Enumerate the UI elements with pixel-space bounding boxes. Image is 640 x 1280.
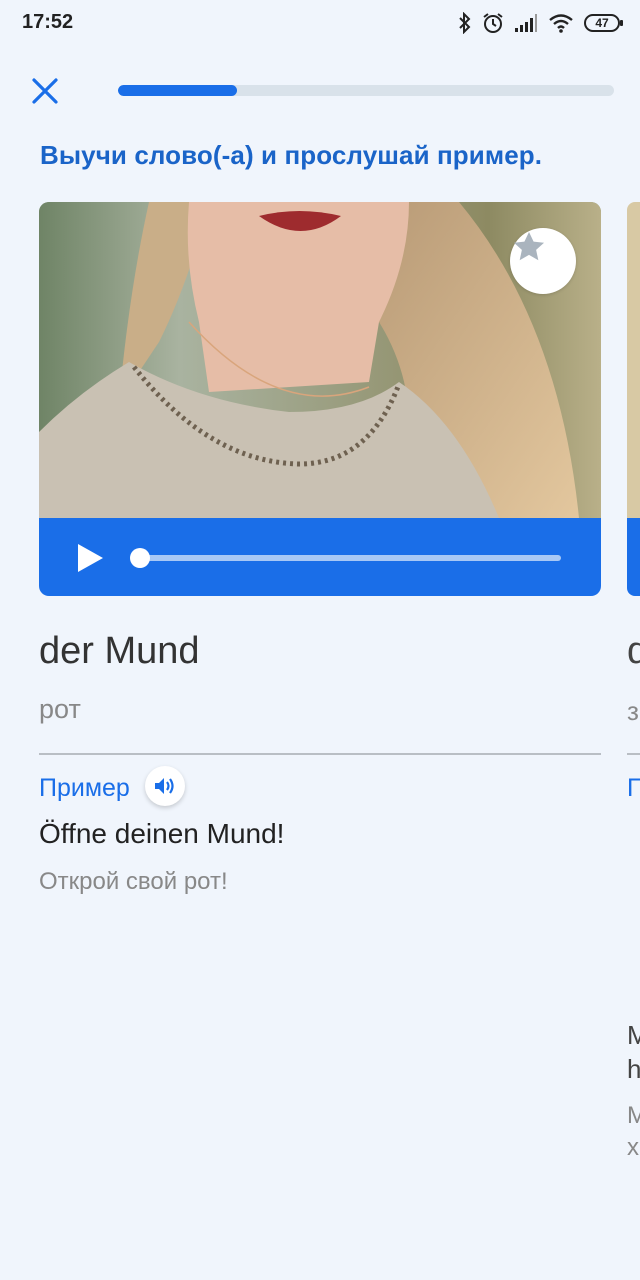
- next-card-player: [627, 518, 640, 596]
- next-card-example-line2: h: [627, 1054, 640, 1084]
- next-card-translation-line2: х: [627, 1134, 639, 1161]
- next-card-example-label: П: [627, 774, 640, 802]
- play-button[interactable]: [75, 542, 105, 574]
- close-button[interactable]: [24, 70, 66, 112]
- example-label: Пример: [39, 774, 130, 802]
- instruction-title: Выучи слово(-а) и прослушай пример.: [40, 140, 543, 170]
- word-text: der Mund: [39, 630, 200, 672]
- example-sentence: Öffne deinen Mund!: [39, 818, 285, 849]
- status-bar: 17:52 47: [0, 0, 640, 46]
- play-icon: [78, 544, 103, 572]
- status-time: 17:52: [22, 11, 74, 33]
- lesson-progress-bar: [118, 85, 614, 96]
- star-icon: [513, 231, 545, 261]
- favorite-button[interactable]: [510, 228, 576, 294]
- alarm-icon: [483, 13, 503, 33]
- next-card-translation: з: [627, 696, 639, 726]
- wifi-icon: [549, 14, 573, 33]
- signal-icon: [515, 14, 537, 32]
- next-card-word: d: [627, 630, 640, 672]
- next-card-image: [627, 202, 640, 518]
- example-translation: Открой свой рот!: [39, 868, 228, 895]
- word-translation: рот: [39, 694, 81, 724]
- divider: [39, 753, 601, 755]
- lesson-progress-fill: [118, 85, 238, 96]
- word-card: der Mund рот Пример Öffne deinen Mund! О…: [39, 202, 601, 895]
- audio-player: [39, 518, 601, 596]
- audio-seek-thumb[interactable]: [130, 548, 150, 568]
- word-image: [39, 202, 601, 518]
- next-card-translation-line1: M: [627, 1102, 640, 1129]
- audio-seek-track[interactable]: [139, 555, 561, 561]
- example-audio-button[interactable]: [145, 766, 185, 806]
- close-icon: [32, 78, 58, 104]
- status-icons: 47: [458, 10, 623, 36]
- next-card-example-line1: M: [627, 1020, 640, 1050]
- bluetooth-icon: [459, 12, 471, 34]
- speaker-icon: [155, 778, 174, 794]
- battery-indicator: 47: [584, 14, 623, 32]
- next-card-divider: [627, 753, 640, 755]
